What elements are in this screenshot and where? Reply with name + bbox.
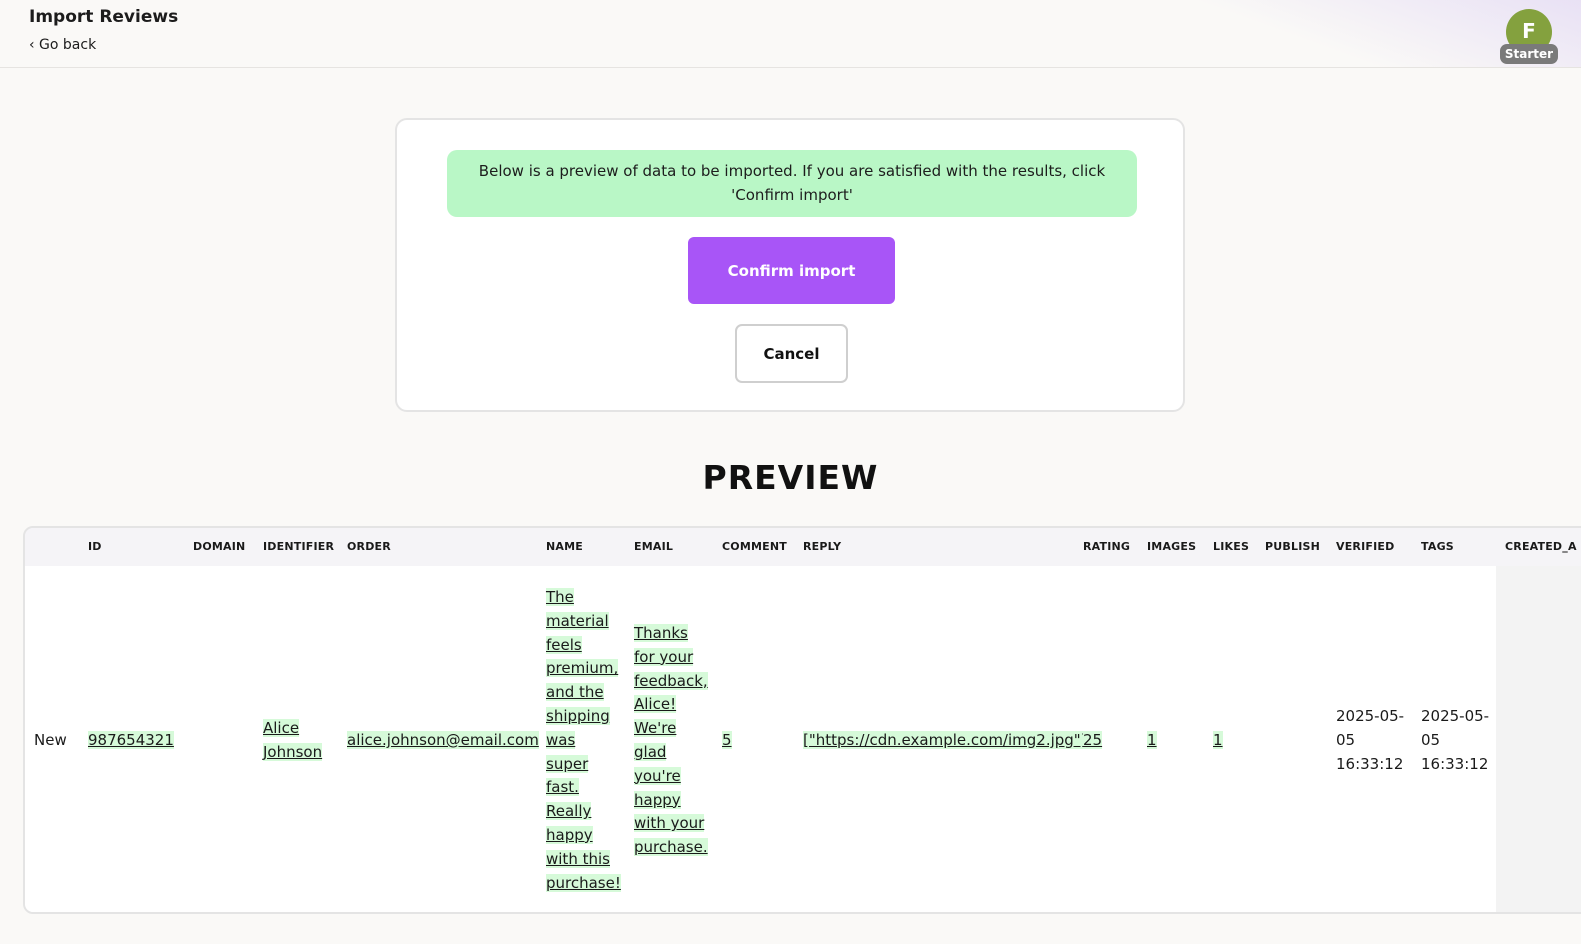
col-header-images: IMAGES <box>1147 540 1197 553</box>
cell-comment-value[interactable]: 5 <box>722 731 732 749</box>
cell-rating-value[interactable]: 25 <box>1083 731 1103 749</box>
cell-reply[interactable]: ["https://cdn.example.com/img2.jpg"] <box>803 729 1087 753</box>
cell-likes[interactable]: 1 <box>1213 729 1223 753</box>
cell-email-value[interactable]: Thanks for your feedback, Alice! We're g… <box>634 624 708 857</box>
cell-comment[interactable]: 5 <box>722 729 732 753</box>
cell-reply-value[interactable]: ["https://cdn.example.com/img2.jpg"] <box>803 731 1087 749</box>
table-header: ID DOMAIN IDENTIFIER ORDER NAME EMAIL CO… <box>25 528 1581 566</box>
col-header-domain: DOMAIN <box>193 540 246 553</box>
cell-images-value[interactable]: 1 <box>1147 731 1157 749</box>
col-header-identifier: IDENTIFIER <box>263 540 335 553</box>
cell-id-value[interactable]: 987654321 <box>88 731 174 749</box>
cell-name-value[interactable]: The material feels premium, and the ship… <box>546 588 621 892</box>
col-header-rating: RATING <box>1083 540 1131 553</box>
cell-rating[interactable]: 25 <box>1083 729 1103 753</box>
col-header-created: CREATED_A <box>1505 540 1577 553</box>
col-header-reply: REPLY <box>803 540 842 553</box>
plan-badge: Starter <box>1500 44 1558 64</box>
cell-likes-value[interactable]: 1 <box>1213 731 1223 749</box>
cell-identifier[interactable]: Alice Johnson <box>263 717 329 765</box>
col-header-tags: TAGS <box>1421 540 1454 553</box>
cell-name[interactable]: The material feels premium, and the ship… <box>546 586 621 895</box>
col-header-likes: LIKES <box>1213 540 1250 553</box>
preview-table[interactable]: ID DOMAIN IDENTIFIER ORDER NAME EMAIL CO… <box>23 526 1581 914</box>
cell-id[interactable]: 987654321 <box>88 729 174 753</box>
cell-order[interactable]: alice.johnson@email.com <box>347 729 539 753</box>
col-header-publish: PUBLISH <box>1265 540 1321 553</box>
col-header-verified: VERIFIED <box>1336 540 1395 553</box>
cell-order-value[interactable]: alice.johnson@email.com <box>347 731 539 749</box>
confirm-import-button[interactable]: Confirm import <box>688 237 895 304</box>
table-row <box>25 566 1496 912</box>
col-header-comment: COMMENT <box>722 540 787 553</box>
cell-identifier-value[interactable]: Alice Johnson <box>263 719 323 761</box>
go-back-link[interactable]: ‹ Go back <box>29 37 96 53</box>
col-header-id: ID <box>88 540 102 553</box>
row-status: New <box>34 731 67 749</box>
col-header-name: NAME <box>546 540 583 553</box>
import-confirm-card: Below is a preview of data to be importe… <box>395 118 1185 412</box>
col-header-order: ORDER <box>347 540 391 553</box>
preview-heading: PREVIEW <box>702 458 879 497</box>
col-header-email: EMAIL <box>634 540 674 553</box>
cancel-button[interactable]: Cancel <box>735 324 848 383</box>
page-title: Import Reviews <box>29 7 179 27</box>
cell-tags: 2025-05-05 16:33:12 <box>1421 707 1490 773</box>
cell-verified: 2025-05-05 16:33:12 <box>1336 707 1405 773</box>
cell-images[interactable]: 1 <box>1147 729 1157 753</box>
cell-email[interactable]: Thanks for your feedback, Alice! We're g… <box>634 622 708 860</box>
top-bar: Import Reviews ‹ Go back F Starter <box>0 0 1581 68</box>
preview-notice: Below is a preview of data to be importe… <box>447 150 1137 217</box>
